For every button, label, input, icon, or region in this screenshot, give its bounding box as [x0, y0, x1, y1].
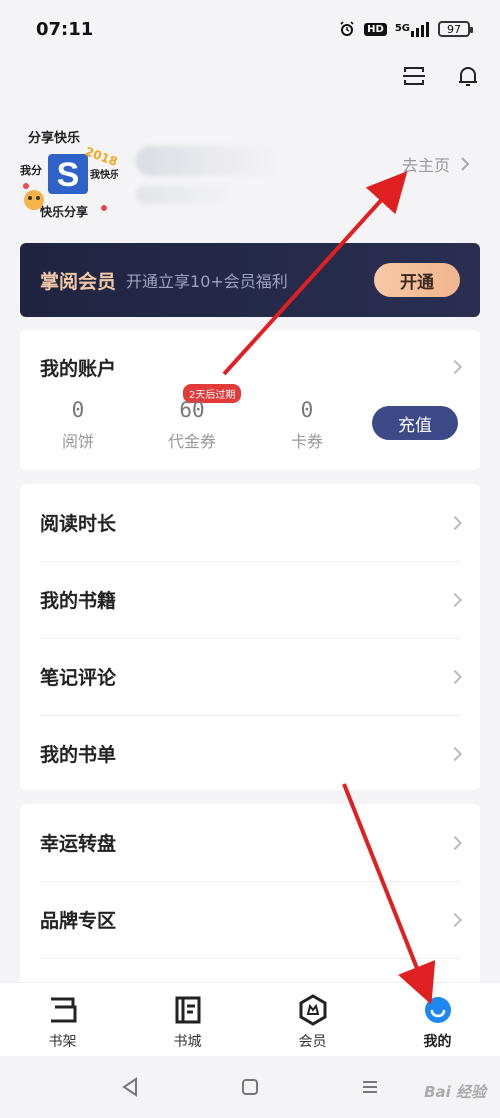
- tab-label: 我的: [423, 1034, 452, 1050]
- bookstore-icon: [171, 993, 205, 1027]
- user-subtitle-blurred: [136, 186, 236, 204]
- menu-item-label: 品牌专区: [40, 910, 117, 932]
- menu-item-label: 我的书籍: [40, 590, 117, 612]
- vip-icon: [296, 993, 330, 1027]
- vip-title: 掌阅会员: [40, 270, 117, 293]
- menu-item-reading-time[interactable]: 阅读时长: [20, 484, 480, 561]
- vip-banner[interactable]: 掌阅会员 开通立享10+会员福利 开通: [20, 243, 480, 317]
- watermark: Bai 经验: [424, 1083, 486, 1101]
- chevron-right-icon: [447, 746, 463, 762]
- bookshelf-icon: [46, 993, 80, 1027]
- battery-icon: 97: [438, 21, 473, 37]
- menu-item-label: 我的书单: [40, 744, 117, 766]
- chevron-right-icon: [447, 669, 463, 685]
- username-blurred: [136, 146, 286, 176]
- menu-item-brand-zone[interactable]: 品牌专区: [20, 881, 480, 958]
- menu-item-lucky-wheel[interactable]: 幸运转盘: [20, 804, 480, 881]
- status-bar: 07:11 HD 5G 97: [0, 0, 500, 58]
- bell-icon[interactable]: [454, 62, 482, 90]
- stat-yuebing[interactable]: 0 阅饼: [38, 398, 118, 452]
- vip-description: 开通立享10+会员福利: [126, 272, 288, 291]
- account-title: 我的账户: [40, 358, 117, 380]
- tab-label: 书架: [48, 1034, 77, 1050]
- menu-list-primary: 阅读时长 我的书籍 笔记评论 我的书单: [20, 484, 480, 790]
- scan-icon[interactable]: [400, 62, 428, 90]
- avatar-caption-right: 我快乐: [90, 168, 118, 181]
- bottom-tab-bar: 书架 书城 会员 我的: [0, 982, 500, 1056]
- avatar-caption-year: 2018: [83, 144, 118, 169]
- avatar-logo: S: [57, 156, 80, 194]
- stat-voucher[interactable]: 60 代金券: [152, 398, 232, 452]
- vip-open-button[interactable]: 开通: [374, 263, 460, 297]
- menu-item-label: 笔记评论: [40, 667, 117, 689]
- avatar-caption-bottom: 快乐分享: [40, 204, 88, 219]
- menu-item-notes-comments[interactable]: 笔记评论: [20, 638, 480, 715]
- stat-label: 卡券: [290, 432, 323, 451]
- system-nav-bar: Bai 经验: [0, 1056, 500, 1118]
- profile-header: S 分享快乐 2018 我分 我快乐 快乐分享 去主页: [14, 128, 486, 228]
- stat-value: 0: [71, 398, 85, 422]
- top-toolbar: [400, 62, 482, 90]
- tab-bookshelf[interactable]: 书架: [0, 983, 125, 1056]
- chevron-right-icon: [447, 515, 463, 531]
- recents-icon[interactable]: [356, 1073, 384, 1101]
- hd-icon: HD: [364, 22, 387, 36]
- menu-list-secondary: 幸运转盘 品牌专区: [20, 804, 480, 994]
- go-homepage-link[interactable]: 去主页: [402, 152, 470, 176]
- alarm-icon: [338, 20, 356, 38]
- avatar[interactable]: S 分享快乐 2018 我分 我快乐 快乐分享: [18, 128, 120, 224]
- tab-vip[interactable]: 会员: [250, 983, 375, 1056]
- avatar-caption-left: 我分: [20, 163, 42, 177]
- stat-label: 代金券: [167, 432, 216, 451]
- tab-me[interactable]: 我的: [375, 983, 500, 1056]
- avatar-caption-top: 分享快乐: [28, 130, 80, 146]
- stat-label: 阅饼: [61, 432, 94, 451]
- stat-value: 0: [300, 398, 314, 422]
- status-icons: HD 5G 97: [338, 20, 473, 38]
- chevron-right-icon: [447, 835, 463, 851]
- stat-value: 60: [179, 398, 205, 422]
- signal-icon: 5G: [395, 21, 430, 37]
- status-time: 07:11: [36, 18, 94, 40]
- account-card[interactable]: 我的账户 2天后过期 0 阅饼 60 代金券 0 卡券 充值: [20, 330, 480, 470]
- me-icon: [421, 993, 455, 1027]
- go-homepage-label: 去主页: [401, 156, 450, 175]
- chevron-right-icon: [447, 592, 463, 608]
- recharge-button[interactable]: 充值: [372, 406, 458, 440]
- menu-item-my-books[interactable]: 我的书籍: [20, 561, 480, 638]
- battery-level: 97: [447, 22, 461, 36]
- menu-item-label: 阅读时长: [40, 513, 117, 535]
- chevron-right-icon: [447, 359, 463, 375]
- menu-item-my-booklists[interactable]: 我的书单: [20, 715, 480, 792]
- menu-item-label: 幸运转盘: [40, 833, 117, 855]
- back-icon[interactable]: [116, 1073, 144, 1101]
- tab-label: 书城: [173, 1034, 202, 1050]
- tab-bookstore[interactable]: 书城: [125, 983, 250, 1056]
- stat-card-coupon[interactable]: 0 卡券: [267, 398, 347, 452]
- network-type: 5G: [394, 23, 410, 34]
- chevron-right-icon: [461, 157, 470, 171]
- home-icon[interactable]: [236, 1073, 264, 1101]
- tab-label: 会员: [298, 1034, 327, 1050]
- chevron-right-icon: [447, 912, 463, 928]
